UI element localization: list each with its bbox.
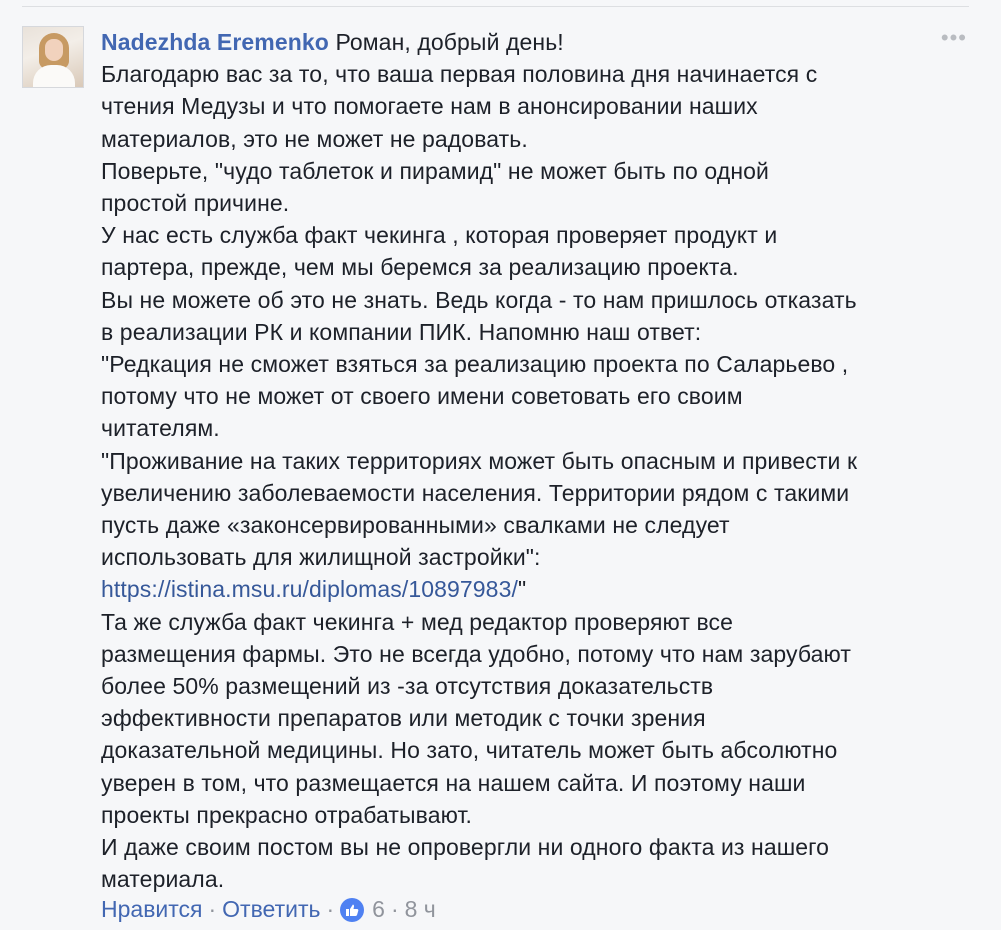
comment-line: Благодарю вас за то, что ваша первая пол… — [101, 61, 818, 88]
reply-button[interactable]: Ответить — [222, 893, 320, 925]
comment-line: пусть даже «законсервированными» свалкам… — [101, 512, 730, 539]
comment-line: материала. — [101, 866, 225, 893]
separator: · — [390, 896, 399, 922]
comment-text: Роман, добрый день! — [335, 29, 564, 55]
avatar[interactable] — [22, 26, 84, 88]
like-button[interactable]: Нравится — [101, 893, 203, 925]
comment-line: И даже своим постом вы не опровергли ни … — [101, 834, 830, 861]
avatar-body — [33, 65, 75, 87]
comment-line: "Проживание на таких территориях может б… — [101, 447, 858, 474]
comment-line: доказательной медицины. Но зато, читател… — [101, 737, 838, 764]
comment-line: в реализации РК и компании ПИК. Напомню … — [101, 318, 702, 345]
author-name[interactable]: Nadezhda Eremenko — [101, 29, 329, 55]
separator: · — [326, 896, 335, 922]
avatar-face — [45, 39, 63, 61]
comment-line: читателям. — [101, 415, 220, 442]
comment-actions: Нравится · Ответить · 6 · 8 ч — [101, 893, 436, 925]
comment-line: Вы не можете об это не знать. Ведь когда… — [101, 286, 857, 313]
comment-line: Та же служба факт чекинга + мед редактор… — [101, 608, 734, 635]
comment-line: увеличению заболеваемости населения. Тер… — [101, 479, 850, 506]
comment-line: партера, прежде, чем мы беремся за реали… — [101, 254, 739, 281]
comment-line: потому что не может от своего имени сове… — [101, 383, 743, 410]
closing-quote: " — [517, 576, 527, 603]
timestamp[interactable]: 8 ч — [405, 893, 436, 925]
top-divider — [22, 6, 969, 7]
comment-link[interactable]: https://istina.msu.ru/diplomas/10897983/ — [101, 576, 518, 602]
like-count[interactable]: 6 — [372, 893, 385, 925]
comment-line: более 50% размещений из -за отсутствия д… — [101, 673, 714, 700]
separator: · — [208, 896, 217, 922]
comment-line: материалов, это не может не радовать. — [101, 125, 528, 152]
comment-line: эффективности препаратов или методик с т… — [101, 705, 706, 732]
comment-line: использовать для жилищной застройки": — [101, 544, 541, 571]
comment-line: Поверьте, "чудо таблеток и пирамид" не м… — [101, 157, 769, 184]
comment-line: https://istina.msu.ru/diplomas/10897983/… — [101, 573, 961, 605]
comment-line: Nadezhda Eremenko Роман, добрый день! — [101, 26, 961, 58]
comment-line: размещения фармы. Это не всегда удобно, … — [101, 640, 851, 667]
thumbs-up-icon[interactable] — [340, 898, 365, 922]
comment-line: проекты прекрасно отрабатывают. — [101, 801, 473, 828]
comment-body: Nadezhda Eremenko Роман, добрый день! Бл… — [101, 26, 961, 895]
comment-line: чтения Медузы и что помогаете нам в анон… — [101, 93, 758, 120]
comment-line: уверен в том, что размещается на нашем с… — [101, 769, 806, 796]
comment-line: простой причине. — [101, 190, 290, 217]
comment-line: "Редкация не сможет взяться за реализаци… — [101, 351, 849, 378]
comment-line: У нас есть служба факт чекинга , которая… — [101, 222, 778, 249]
